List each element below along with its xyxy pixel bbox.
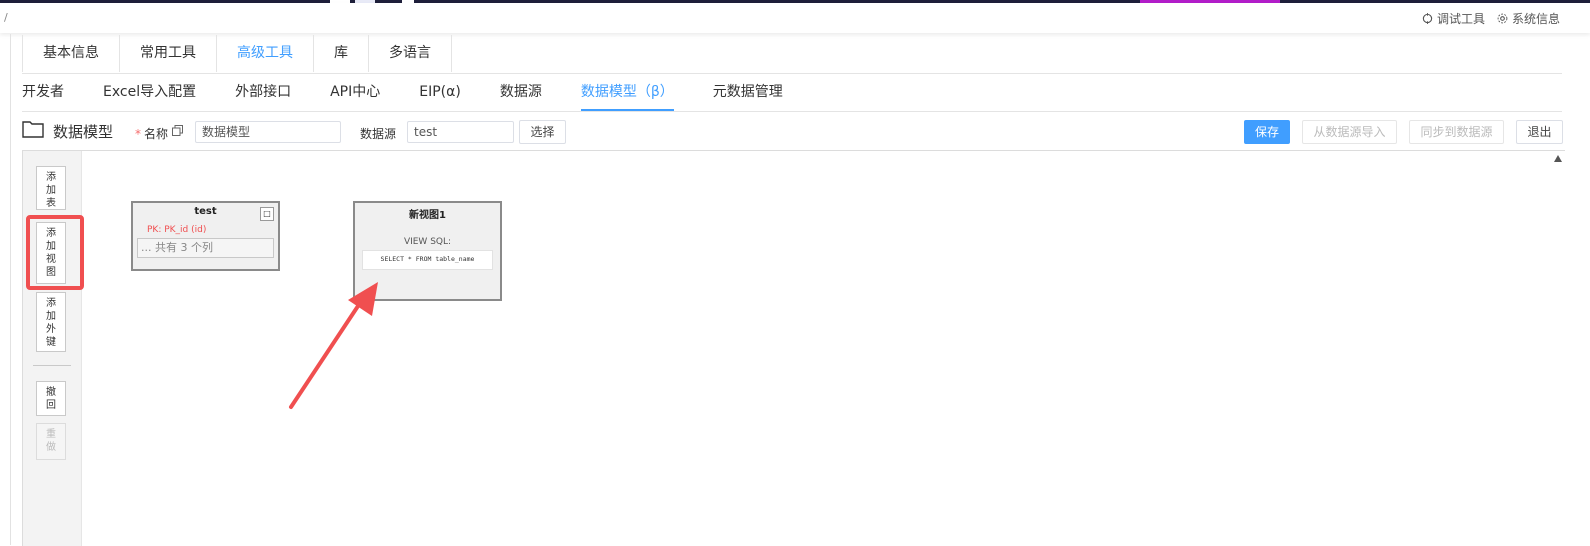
column-summary[interactable]: ... 共有 3 个列 [137, 238, 274, 258]
tab-basic-info[interactable]: 基本信息 [22, 35, 120, 72]
tab-data-model[interactable]: 数据模型（β） [580, 75, 674, 111]
page-left-border [10, 34, 11, 545]
tab-advanced-tools[interactable]: 高级工具 [217, 35, 314, 72]
tab-common-tools[interactable]: 常用工具 [120, 35, 217, 72]
add-foreign-key-button[interactable]: 添加外键 [36, 292, 66, 352]
vertical-scrollbar[interactable] [1551, 151, 1565, 546]
tool-separator [33, 365, 71, 366]
table-node-title: test [194, 206, 217, 217]
tab-datasource[interactable]: 数据源 [500, 75, 542, 111]
table-node[interactable]: test □ PK: PK_id (id) ... 共有 3 个列 [131, 201, 280, 271]
model-canvas[interactable]: 添加表 添加视图 添加外键 撤回 重做 test □ PK: PK_id (id… [22, 150, 1565, 546]
debug-tools-label: 调试工具 [1436, 12, 1485, 26]
tab-metadata[interactable]: 元数据管理 [713, 75, 783, 111]
primary-tabs: 基本信息 常用工具 高级工具 库 多语言 [22, 35, 1562, 74]
tab-developer[interactable]: 开发者 [22, 75, 64, 111]
view-node-title: 新视图1 [409, 210, 446, 221]
page-title: 数据模型 [53, 123, 114, 141]
import-from-datasource-button[interactable]: 从数据源导入 [1302, 120, 1397, 144]
scroll-up-arrow-icon[interactable] [1554, 155, 1562, 162]
sync-to-datasource-button[interactable]: 同步到数据源 [1409, 120, 1504, 144]
tab-api-center[interactable]: API中心 [330, 75, 380, 111]
debug-tools-button[interactable]: 调试工具 [1422, 10, 1485, 27]
highlight-frame [26, 215, 84, 290]
tool-panel: 添加表 添加视图 添加外键 撤回 重做 [23, 151, 84, 546]
header-bar: / 调试工具 系统信息 [0, 3, 1590, 33]
select-datasource-button[interactable]: 选择 [519, 120, 566, 144]
view-node[interactable]: 新视图1 VIEW SQL: SELECT * FROM table_name [353, 201, 502, 301]
redo-button[interactable]: 重做 [36, 423, 66, 460]
name-label-text: 名称 [144, 127, 169, 141]
model-toolbar: 数据模型 * 名称 数据模型 数据源 test 选择 保存 从数据源导入 同步到数… [22, 119, 1564, 147]
tab-excel-import[interactable]: Excel导入配置 [103, 75, 196, 111]
tab-multilanguage[interactable]: 多语言 [369, 35, 452, 72]
system-info-button[interactable]: 系统信息 [1497, 10, 1560, 27]
required-mark: * [135, 127, 141, 141]
datasource-input[interactable]: test [407, 121, 514, 143]
copy-icon[interactable] [172, 125, 183, 136]
tab-library[interactable]: 库 [314, 35, 369, 72]
folder-icon [22, 121, 44, 138]
save-button[interactable]: 保存 [1244, 120, 1290, 144]
tab-external-api[interactable]: 外部接口 [235, 75, 291, 111]
secondary-tabs: 开发者 Excel导入配置 外部接口 API中心 EIP(α) 数据源 数据模型… [22, 75, 1562, 112]
view-sql-text[interactable]: SELECT * FROM table_name [362, 250, 493, 270]
debug-icon [1422, 13, 1433, 24]
undo-button[interactable]: 撤回 [36, 381, 66, 416]
gear-icon [1497, 13, 1508, 24]
view-sql-label: VIEW SQL: [403, 237, 452, 247]
primary-key-label: PK: PK_id (id) [147, 225, 207, 235]
name-label: * 名称 [135, 125, 168, 142]
collapse-toggle[interactable]: □ [260, 207, 274, 221]
exit-button[interactable]: 退出 [1516, 120, 1563, 144]
add-table-button[interactable]: 添加表 [36, 166, 66, 210]
breadcrumb: / [4, 11, 8, 24]
system-info-label: 系统信息 [1511, 12, 1560, 26]
model-name-input[interactable]: 数据模型 [195, 121, 341, 143]
tab-eip[interactable]: EIP(α) [419, 75, 461, 111]
datasource-label: 数据源 [360, 127, 397, 141]
